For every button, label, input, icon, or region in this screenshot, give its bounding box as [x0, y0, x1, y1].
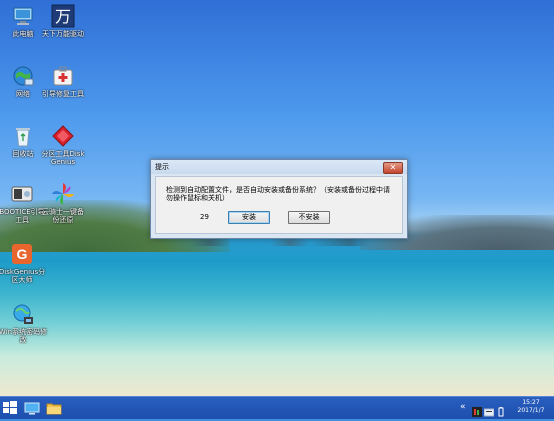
network-globe-icon: [11, 64, 35, 88]
icon-label: 云骑士一键备份还原: [42, 208, 84, 224]
diskgenius-icon: G: [10, 242, 34, 266]
wan-driver-icon: 万: [51, 4, 75, 28]
desktop-icon-partition-tool[interactable]: 分区工具DiskGenius: [40, 124, 86, 166]
desktop-icon-password-tool[interactable]: Win系统密码修改: [0, 302, 48, 344]
desktop-icon-wanneng-driver[interactable]: 万 天下万能驱动: [40, 4, 86, 38]
taskbar: « 15:27 2017/1/7: [0, 396, 554, 419]
dialog-close-button[interactable]: ✕: [383, 162, 403, 174]
tray-expand-arrow-icon[interactable]: «: [460, 402, 466, 412]
keyboard-icon[interactable]: [483, 402, 495, 417]
clock-date: 2017/1/7: [517, 407, 545, 414]
first-aid-kit-icon: [51, 64, 75, 88]
dialog-body: 检测到自动配置文件，是否自动安装或备份系统？（安装或备份过程中请勿操作鼠标和关机…: [155, 176, 403, 234]
start-button[interactable]: [2, 400, 18, 416]
taskbar-desktop-button[interactable]: [24, 400, 40, 416]
tray-app-icon[interactable]: [472, 402, 482, 417]
dialog-message: 检测到自动配置文件，是否自动安装或备份系统？（安装或备份过程中请勿操作鼠标和关机…: [166, 186, 390, 202]
taskbar-explorer-button[interactable]: [46, 400, 62, 416]
windows-logo-icon: [3, 401, 17, 414]
clock-time: 15:27: [522, 399, 540, 406]
icon-label: 分区工具DiskGenius: [41, 150, 85, 166]
icon-label: 天下万能驱动: [42, 30, 84, 38]
dialog-titlebar[interactable]: 提示 ✕: [151, 160, 407, 174]
no-install-button[interactable]: 不安装: [288, 211, 330, 224]
icon-label: 引导修复工具: [42, 90, 84, 98]
svg-text:万: 万: [55, 7, 71, 26]
folder-icon: [46, 403, 62, 415]
computer-icon: [11, 4, 35, 28]
dialog-title: 提示: [155, 163, 169, 171]
install-button[interactable]: 安装: [228, 211, 270, 224]
pinwheel-icon: [51, 182, 75, 206]
taskbar-clock[interactable]: 15:27 2017/1/7: [516, 399, 546, 415]
countdown-text: 29: [200, 213, 209, 221]
system-tray: « 15:27 2017/1/7: [460, 397, 550, 419]
icon-label: DiskGenius分区大师: [0, 268, 46, 284]
monitor-icon: [24, 402, 40, 415]
recycle-bin-icon: [11, 124, 35, 148]
svg-text:G: G: [17, 246, 28, 262]
bootice-icon: [10, 182, 34, 206]
battery-icon[interactable]: [496, 402, 506, 417]
prompt-dialog: 提示 ✕ 检测到自动配置文件，是否自动安装或备份系统？（安装或备份过程中请勿操作…: [150, 159, 408, 239]
icon-label: Win系统密码修改: [0, 328, 48, 344]
password-globe-icon: [11, 302, 35, 326]
red-diamond-icon: [51, 124, 75, 148]
desktop-icon-yunqishi-backup[interactable]: 云骑士一键备份还原: [40, 182, 86, 224]
desktop-icon-boot-repair[interactable]: 引导修复工具: [40, 64, 86, 98]
desktop-icon-diskgenius-master[interactable]: G DiskGenius分区大师: [0, 242, 48, 284]
